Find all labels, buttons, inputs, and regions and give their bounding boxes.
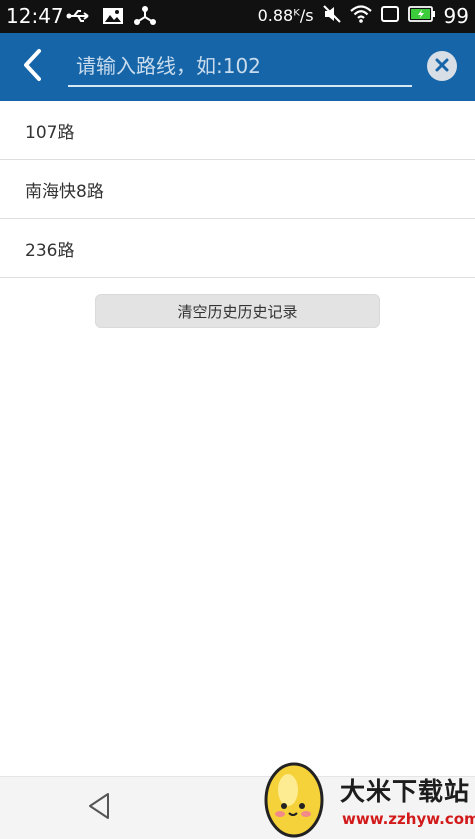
share-icon	[134, 6, 156, 30]
status-bar: 12:47 0.88ᴷ/s 99	[0, 0, 475, 33]
close-icon	[435, 57, 449, 76]
wifi-icon	[349, 5, 372, 27]
screen-icon	[380, 5, 400, 27]
clear-search-button[interactable]	[427, 51, 457, 81]
history-item-label: 南海快8路	[25, 181, 104, 202]
history-item[interactable]: 107路	[0, 101, 475, 160]
triangle-back-icon	[86, 791, 112, 825]
back-button[interactable]	[12, 47, 52, 87]
history-item[interactable]: 南海快8路	[0, 160, 475, 219]
history-item-label: 107路	[25, 122, 75, 143]
usb-icon	[66, 7, 92, 29]
history-list: 107路 南海快8路 236路	[0, 101, 475, 278]
search-input[interactable]	[68, 47, 412, 85]
rice-mascot-logo	[264, 762, 324, 838]
history-item[interactable]: 236路	[0, 219, 475, 278]
history-item-label: 236路	[25, 240, 75, 261]
battery-icon	[407, 6, 436, 26]
search-field	[68, 47, 412, 87]
mute-icon	[322, 4, 342, 28]
watermark-title: 大米下载站	[340, 777, 471, 806]
battery-level: 99	[443, 4, 469, 28]
nav-back-button[interactable]	[82, 791, 116, 825]
status-time: 12:47	[6, 4, 64, 28]
status-icons-right: 0.88ᴷ/s 99	[258, 4, 469, 28]
net-speed: 0.88ᴷ/s	[257, 6, 314, 25]
search-header	[0, 33, 475, 101]
watermark: 大米下载站 www.zzhyw.com	[262, 754, 475, 839]
chevron-left-icon	[21, 48, 43, 86]
watermark-url: www.zzhyw.com	[342, 810, 475, 828]
clear-history-button[interactable]: 清空历史历史记录	[95, 294, 380, 328]
image-icon	[102, 7, 124, 29]
status-icons-left	[66, 6, 156, 30]
